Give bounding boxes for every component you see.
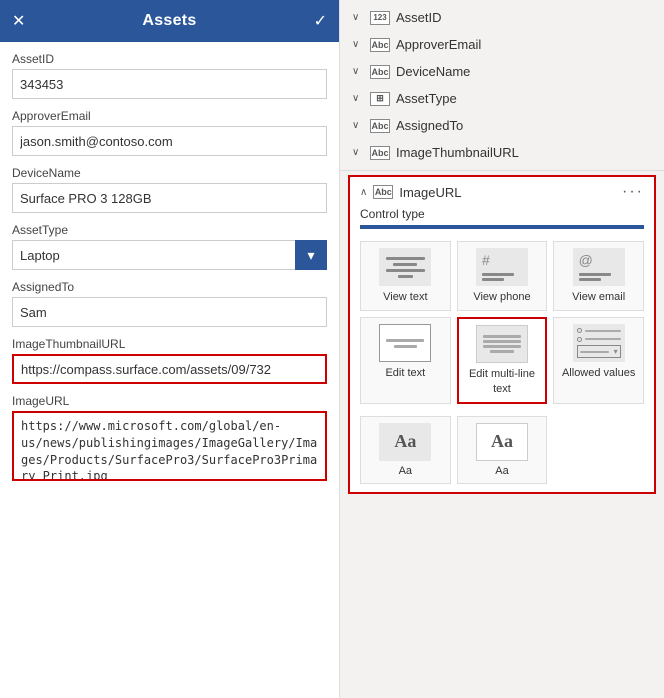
chevron-icon: ∨ (352, 147, 364, 158)
allowed-values-icon: ▾ (573, 324, 625, 362)
aa-text-1: Aa (394, 431, 416, 452)
control-item-allowed-values[interactable]: ▾ Allowed values (553, 317, 644, 404)
fields-list: ∨ 123 AssetID ∨ Abc ApproverEmail ∨ Abc … (340, 0, 664, 171)
field-group-assetid: AssetID (12, 52, 327, 99)
field-input-assetid[interactable] (12, 69, 327, 99)
field-label-assignedto: AssignedTo (12, 280, 327, 294)
field-label-imagethumbnailurl: ImageThumbnailURL (12, 337, 327, 351)
field-input-assignedto[interactable] (12, 297, 327, 327)
type-icon-assetid: 123 (370, 11, 390, 25)
imageurl-menu-icon[interactable]: ··· (622, 183, 644, 201)
right-field-row-approveremail[interactable]: ∨ Abc ApproverEmail (340, 31, 664, 58)
control-item-aa-1[interactable]: Aa Aa (360, 416, 451, 484)
left-header: ✕ Assets ✓ (0, 0, 339, 42)
type-icon-assettype: ⊞ (370, 92, 390, 106)
field-group-imageurl: ImageURL https://www.microsoft.com/globa… (12, 394, 327, 484)
right-field-name-approveremail: ApproverEmail (396, 37, 652, 52)
control-type-label: Control type (350, 207, 654, 225)
type-icon-approveremail: Abc (370, 38, 390, 52)
chevron-icon: ∨ (352, 12, 364, 23)
control-item-view-email[interactable]: @ View email (553, 241, 644, 311)
field-group-assettype: AssetType Laptop (12, 223, 327, 270)
view-email-icon: @ (573, 248, 625, 286)
edit-multiline-text-icon (476, 325, 528, 363)
edit-text-icon (379, 324, 431, 362)
aa-text-2: Aa (491, 431, 513, 452)
control-item-edit-multiline-text[interactable]: Edit multi-line text (457, 317, 548, 404)
field-input-imagethumbnailurl[interactable] (12, 354, 327, 384)
control-label-edit-text: Edit text (385, 366, 425, 380)
view-text-icon (379, 248, 431, 286)
left-body: AssetID ApproverEmail DeviceName AssetTy… (0, 42, 339, 698)
close-icon[interactable]: ✕ (12, 11, 25, 31)
field-group-imagethumbnailurl: ImageThumbnailURL (12, 337, 327, 384)
field-input-approveremail[interactable] (12, 126, 327, 156)
aa-label-1: Aa (399, 465, 412, 477)
control-item-aa-2[interactable]: Aa Aa (457, 416, 548, 484)
imageurl-section: ∧ Abc ImageURL ··· Control type View tex… (348, 175, 656, 494)
right-field-name-assettype: AssetType (396, 91, 652, 106)
control-item-view-text[interactable]: View text (360, 241, 451, 311)
type-icon-imagethumbnailurl: Abc (370, 146, 390, 160)
aa-icon-2: Aa (476, 423, 528, 461)
chevron-icon: ∨ (352, 66, 364, 77)
imageurl-chevron-icon[interactable]: ∧ (360, 187, 367, 198)
type-icon-imageurl: Abc (373, 185, 393, 199)
field-label-devicename: DeviceName (12, 166, 327, 180)
bottom-control-row: Aa Aa Aa Aa (350, 412, 654, 492)
field-textarea-imageurl[interactable]: https://www.microsoft.com/global/en-us/n… (12, 411, 327, 481)
field-group-approveremail: ApproverEmail (12, 109, 327, 156)
chevron-icon: ∨ (352, 120, 364, 131)
right-field-name-devicename: DeviceName (396, 64, 652, 79)
control-label-view-email: View email (572, 290, 625, 304)
control-item-edit-text[interactable]: Edit text (360, 317, 451, 404)
view-phone-icon: # (476, 248, 528, 286)
check-icon[interactable]: ✓ (314, 11, 327, 31)
aa-label-2: Aa (495, 465, 508, 477)
field-group-assignedto: AssignedTo (12, 280, 327, 327)
control-type-bar (360, 225, 644, 229)
right-field-row-assignedto[interactable]: ∨ Abc AssignedTo (340, 112, 664, 139)
right-field-name-assetid: AssetID (396, 10, 652, 25)
assettype-select-wrapper: Laptop (12, 240, 327, 270)
field-label-imageurl: ImageURL (12, 394, 327, 408)
imageurl-header: ∧ Abc ImageURL ··· (350, 177, 654, 207)
right-field-row-assetid[interactable]: ∨ 123 AssetID (340, 4, 664, 31)
control-label-view-phone: View phone (473, 290, 530, 304)
left-panel: ✕ Assets ✓ AssetID ApproverEmail DeviceN… (0, 0, 340, 698)
right-field-name-imagethumbnailurl: ImageThumbnailURL (396, 145, 652, 160)
type-icon-devicename: Abc (370, 65, 390, 79)
field-label-assetid: AssetID (12, 52, 327, 66)
field-input-devicename[interactable] (12, 183, 327, 213)
control-label-allowed-values: Allowed values (562, 366, 635, 380)
type-icon-assignedto: Abc (370, 119, 390, 133)
field-label-approveremail: ApproverEmail (12, 109, 327, 123)
field-label-assettype: AssetType (12, 223, 327, 237)
imageurl-field-name: ImageURL (399, 185, 616, 200)
panel-title: Assets (142, 12, 196, 30)
control-label-view-text: View text (383, 290, 427, 304)
control-label-edit-multiline-text: Edit multi-line text (463, 367, 542, 396)
right-field-row-assettype[interactable]: ∨ ⊞ AssetType (340, 85, 664, 112)
chevron-icon: ∨ (352, 93, 364, 104)
right-field-name-assignedto: AssignedTo (396, 118, 652, 133)
control-type-grid: View text # View phone @ View email (350, 237, 654, 412)
right-field-row-imagethumbnailurl[interactable]: ∨ Abc ImageThumbnailURL (340, 139, 664, 166)
field-group-devicename: DeviceName (12, 166, 327, 213)
assettype-select[interactable]: Laptop (12, 240, 327, 270)
aa-icon-1: Aa (379, 423, 431, 461)
right-field-row-devicename[interactable]: ∨ Abc DeviceName (340, 58, 664, 85)
control-item-view-phone[interactable]: # View phone (457, 241, 548, 311)
chevron-icon: ∨ (352, 39, 364, 50)
right-panel: ∨ 123 AssetID ∨ Abc ApproverEmail ∨ Abc … (340, 0, 664, 698)
